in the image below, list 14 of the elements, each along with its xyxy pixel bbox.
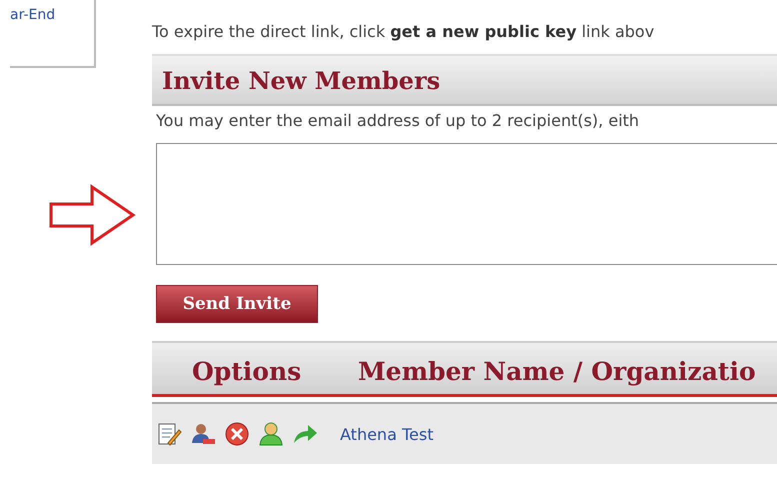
- instruction-text: To expire the direct link, click get a new public key link abov: [152, 22, 656, 41]
- email-field[interactable]: [156, 143, 777, 265]
- column-header: Options: [192, 357, 302, 386]
- remove-user-icon[interactable]: [190, 421, 216, 447]
- column-header: Member Name / Organizatio: [358, 357, 756, 386]
- send-invite-button[interactable]: Send Invite: [156, 285, 318, 323]
- member-link[interactable]: Athena Test: [340, 424, 434, 444]
- instruction-text: You may enter the email address of up to 2 recipient(s), eith: [156, 111, 640, 130]
- user-icon[interactable]: [258, 421, 284, 447]
- arrow-icon: [48, 184, 136, 246]
- section-title: Invite New Members: [162, 66, 440, 94]
- edit-icon[interactable]: [156, 421, 182, 447]
- sidebar-link[interactable]: ar-End: [10, 7, 56, 23]
- delete-icon[interactable]: [224, 421, 250, 447]
